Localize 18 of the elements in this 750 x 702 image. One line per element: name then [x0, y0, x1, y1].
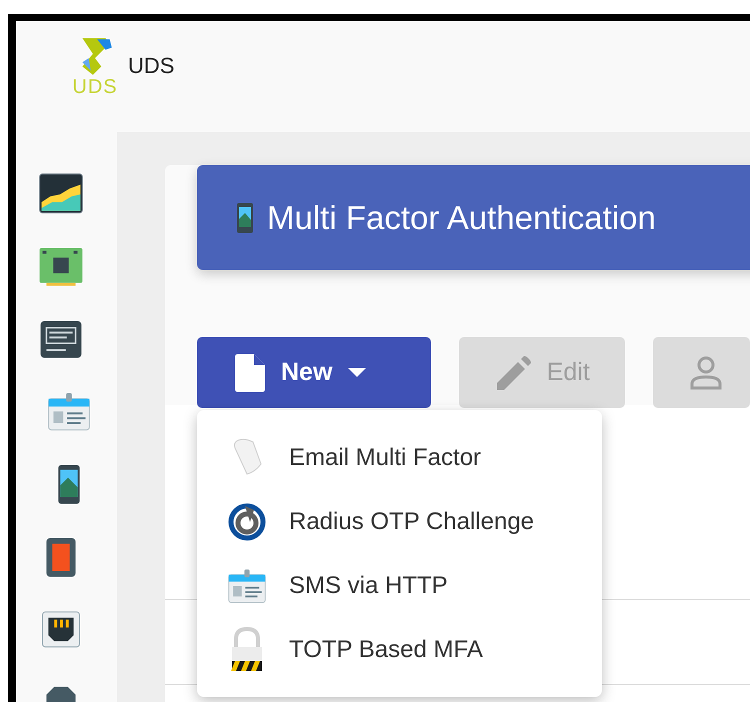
menu-item[interactable]: TOTP Based MFA	[197, 618, 602, 682]
file-icon	[235, 354, 265, 392]
id-card-icon[interactable]	[46, 391, 92, 432]
caret-icon	[348, 368, 366, 378]
logo-text: UDS	[72, 77, 118, 97]
chip-icon[interactable]	[38, 246, 84, 287]
person-icon	[688, 356, 723, 390]
page-title: Multi Factor Authentication	[267, 198, 656, 236]
server-icon[interactable]	[38, 318, 84, 360]
chart-icon[interactable]	[38, 173, 84, 214]
app-name[interactable]: UDS	[128, 53, 174, 79]
menu-item[interactable]: SMS via HTTP	[197, 554, 602, 618]
phone-icon	[237, 202, 253, 232]
new-button[interactable]: New	[197, 337, 431, 408]
pencil-icon	[496, 356, 531, 390]
menu-item[interactable]: Radius OTP Challenge	[197, 490, 602, 554]
menu-item[interactable]: Email Multi Factor	[197, 426, 602, 490]
radius-logo-icon	[227, 502, 267, 542]
